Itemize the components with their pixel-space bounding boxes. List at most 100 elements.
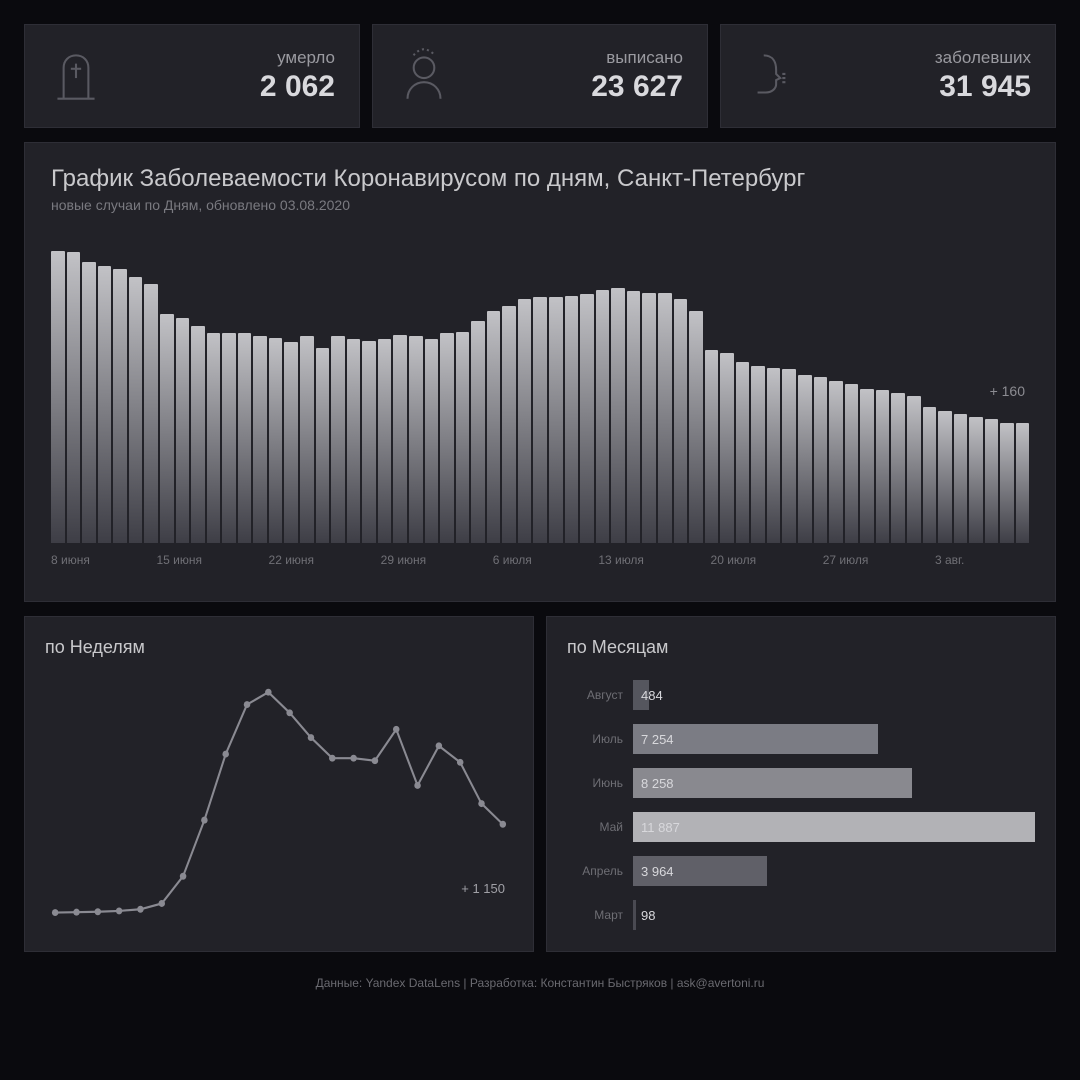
- weekly-line-chart: + 1 150: [45, 670, 513, 930]
- daily-bar-chart: + 160: [51, 243, 1029, 543]
- x-axis: 8 июня15 июня22 июня29 июня6 июля13 июля…: [51, 553, 1029, 567]
- category-label: Апрель: [567, 864, 633, 878]
- bar: [533, 297, 547, 543]
- bar: [633, 768, 912, 798]
- bar: [409, 336, 423, 543]
- bar: [923, 407, 937, 544]
- bar: [565, 296, 579, 544]
- category-label: Март: [567, 908, 633, 922]
- daily-chart-panel: График Заболеваемости Коронавирусом по д…: [24, 142, 1056, 602]
- bar: [596, 290, 610, 544]
- bar: [160, 314, 174, 543]
- person-icon: [391, 43, 457, 109]
- table-row: Апрель 3 964: [567, 854, 1035, 888]
- bar: [269, 338, 283, 544]
- chart-title: График Заболеваемости Коронавирусом по д…: [51, 165, 1029, 193]
- table-row: Март 98: [567, 898, 1035, 932]
- bar-value: 7 254: [641, 724, 674, 754]
- bar: [300, 336, 314, 543]
- bar: [378, 339, 392, 543]
- bar: [969, 417, 983, 543]
- bar-value: 3 964: [641, 856, 674, 886]
- bar: [689, 311, 703, 544]
- bar: [798, 375, 812, 543]
- bar: [347, 339, 361, 543]
- cough-icon: [739, 43, 805, 109]
- bar: [720, 353, 734, 544]
- card-label: заболевших: [935, 48, 1031, 68]
- card-value: 31 945: [935, 70, 1031, 104]
- bar: [845, 384, 859, 543]
- footer-credits: Данные: Yandex DataLens | Разработка: Ко…: [24, 976, 1056, 990]
- bar: [502, 306, 516, 543]
- bar: [456, 332, 470, 544]
- bar: [284, 342, 298, 543]
- bar: [633, 812, 1035, 842]
- bar: [751, 366, 765, 543]
- bar: [767, 368, 781, 544]
- bar: [471, 321, 485, 543]
- bar: [207, 333, 221, 543]
- bar-value: 11 887: [641, 812, 680, 842]
- bar: [393, 335, 407, 544]
- chart-title: по Неделям: [45, 637, 513, 658]
- card-value: 2 062: [260, 70, 335, 104]
- weekly-chart-panel: по Неделям + 1 150: [24, 616, 534, 952]
- bar: [985, 419, 999, 543]
- category-label: Май: [567, 820, 633, 834]
- category-label: Июнь: [567, 776, 633, 790]
- bar-value: 98: [641, 900, 655, 930]
- card-deaths: умерло 2 062: [24, 24, 360, 128]
- card-infected: заболевших 31 945: [720, 24, 1056, 128]
- bar: [938, 411, 952, 543]
- bar: [580, 294, 594, 543]
- bar: [129, 277, 143, 543]
- bar-value: 484: [641, 680, 663, 710]
- card-value: 23 627: [591, 70, 683, 104]
- monthly-bar-chart: Август484 Июль 7 254 Июнь 8 258 Май 11 887 Апре…: [567, 670, 1035, 932]
- bar: [176, 318, 190, 543]
- card-label: выписано: [591, 48, 683, 68]
- bar: [316, 348, 330, 543]
- bar: [642, 293, 656, 544]
- last-value-annotation: + 1 150: [461, 881, 505, 896]
- bar: [98, 266, 112, 544]
- bar: [633, 900, 636, 930]
- bar: [440, 333, 454, 543]
- bar: [331, 336, 345, 543]
- bar: [425, 339, 439, 543]
- bar: [253, 336, 267, 543]
- bar: [705, 350, 719, 544]
- monthly-chart-panel: по Месяцам Август484 Июль 7 254 Июнь 8 258 Ма…: [546, 616, 1056, 952]
- bar: [860, 389, 874, 544]
- bar: [222, 333, 236, 543]
- bar: [736, 362, 750, 544]
- bar: [518, 299, 532, 544]
- table-row: Май 11 887: [567, 810, 1035, 844]
- bar: [113, 269, 127, 543]
- chart-title: по Месяцам: [567, 637, 1035, 658]
- bar: [674, 299, 688, 544]
- bar: [362, 341, 376, 544]
- category-label: Июль: [567, 732, 633, 746]
- table-row: Август484: [567, 678, 1035, 712]
- last-value-annotation: + 160: [990, 383, 1025, 399]
- chart-subtitle: новые случаи по Дням, обновлено 03.08.20…: [51, 197, 1029, 213]
- bar: [144, 284, 158, 543]
- bar: [876, 390, 890, 543]
- card-label: умерло: [260, 48, 335, 68]
- bar: [191, 326, 205, 544]
- bar: [1000, 423, 1014, 543]
- table-row: Июль 7 254: [567, 722, 1035, 756]
- bar: [51, 251, 65, 544]
- card-recovered: выписано 23 627: [372, 24, 708, 128]
- bar: [549, 297, 563, 543]
- stat-cards: умерло 2 062 выписано 23 627 заболевших …: [24, 24, 1056, 128]
- bar: [829, 381, 843, 543]
- bar-value: 8 258: [641, 768, 674, 798]
- bar: [658, 293, 672, 544]
- table-row: Июнь 8 258: [567, 766, 1035, 800]
- bar: [954, 414, 968, 543]
- bar: [907, 396, 921, 543]
- bar: [67, 252, 81, 543]
